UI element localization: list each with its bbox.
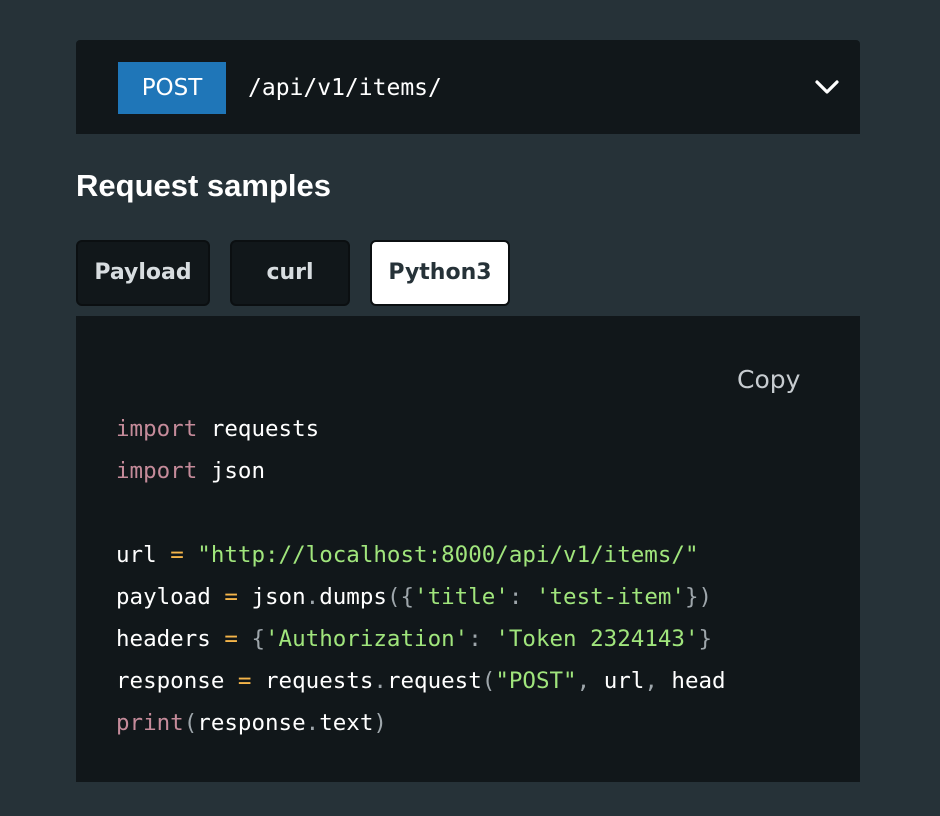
code-token: head — [671, 668, 726, 694]
endpoint-path: /api/v1/items/ — [248, 75, 442, 101]
code-token: text — [319, 710, 374, 736]
code-token: 'test-item' — [535, 584, 685, 610]
code-token: headers — [116, 626, 225, 652]
code-token: url — [603, 668, 645, 694]
code-token: request — [386, 668, 482, 694]
code-line-import-json: import json — [116, 450, 820, 492]
code-token: . — [373, 668, 387, 694]
code-token: { — [251, 626, 266, 652]
code-token: } — [698, 626, 713, 652]
code-token: "http://localhost:8000/api/v1/items/" — [197, 542, 699, 568]
code-token: json — [197, 458, 266, 484]
code-token: requests — [197, 416, 320, 442]
code-token: , — [576, 668, 604, 694]
endpoint-header[interactable]: POST /api/v1/items/ — [76, 40, 860, 134]
code-token: ( — [481, 668, 496, 694]
code-line-import-requests: import requests — [116, 408, 820, 450]
code-token: "POST" — [495, 668, 577, 694]
code-token: response — [197, 710, 306, 736]
code-line-headers: headers = {'Authorization': 'Token 23241… — [116, 618, 820, 660]
code-line-response: response = requests.request("POST", url,… — [116, 660, 820, 702]
code-token: ) — [373, 710, 387, 736]
copy-button[interactable]: Copy — [737, 360, 800, 400]
code-token: 'Authorization' — [265, 626, 469, 652]
code-token: dumps — [319, 584, 387, 610]
code-token: }) — [684, 584, 713, 610]
code-token: = — [170, 542, 184, 568]
code-line-print: print(response.text) — [116, 702, 820, 744]
code-sample-panel: Copy import requests import json url = "ht… — [76, 316, 860, 782]
code-token: 'title' — [414, 584, 509, 610]
code-line-payload: payload = json.dumps({'title': 'test-ite… — [116, 576, 820, 618]
code-token: . — [305, 710, 320, 736]
code-token: json — [237, 584, 306, 610]
chevron-down-icon[interactable] — [810, 70, 844, 104]
code-token: import — [116, 416, 198, 442]
code-token: . — [305, 584, 320, 610]
code-line-url: url = "http://localhost:8000/api/v1/item… — [116, 534, 820, 576]
code-token: = — [224, 584, 238, 610]
code-token: 'Token 2324143' — [495, 626, 699, 652]
code-token: response — [116, 668, 238, 694]
code-token: = — [224, 626, 238, 652]
http-method-badge: POST — [118, 62, 226, 114]
code-token: : — [508, 584, 536, 610]
code-token: url — [116, 542, 171, 568]
code-token: : — [468, 626, 496, 652]
code-token: import — [116, 458, 198, 484]
section-title: Request samples — [76, 168, 331, 203]
code-token: requests — [251, 668, 374, 694]
code-token: print — [116, 710, 184, 736]
tab-curl[interactable]: curl — [230, 240, 350, 306]
code-token: ( — [183, 710, 198, 736]
code-token: payload — [116, 584, 225, 610]
code-block: import requests import json url = "http://… — [116, 408, 820, 744]
code-token: ({ — [386, 584, 415, 610]
tab-python3[interactable]: Python3 — [370, 240, 510, 306]
code-token: , — [644, 668, 672, 694]
tab-payload[interactable]: Payload — [76, 240, 210, 306]
code-token: = — [237, 668, 252, 694]
